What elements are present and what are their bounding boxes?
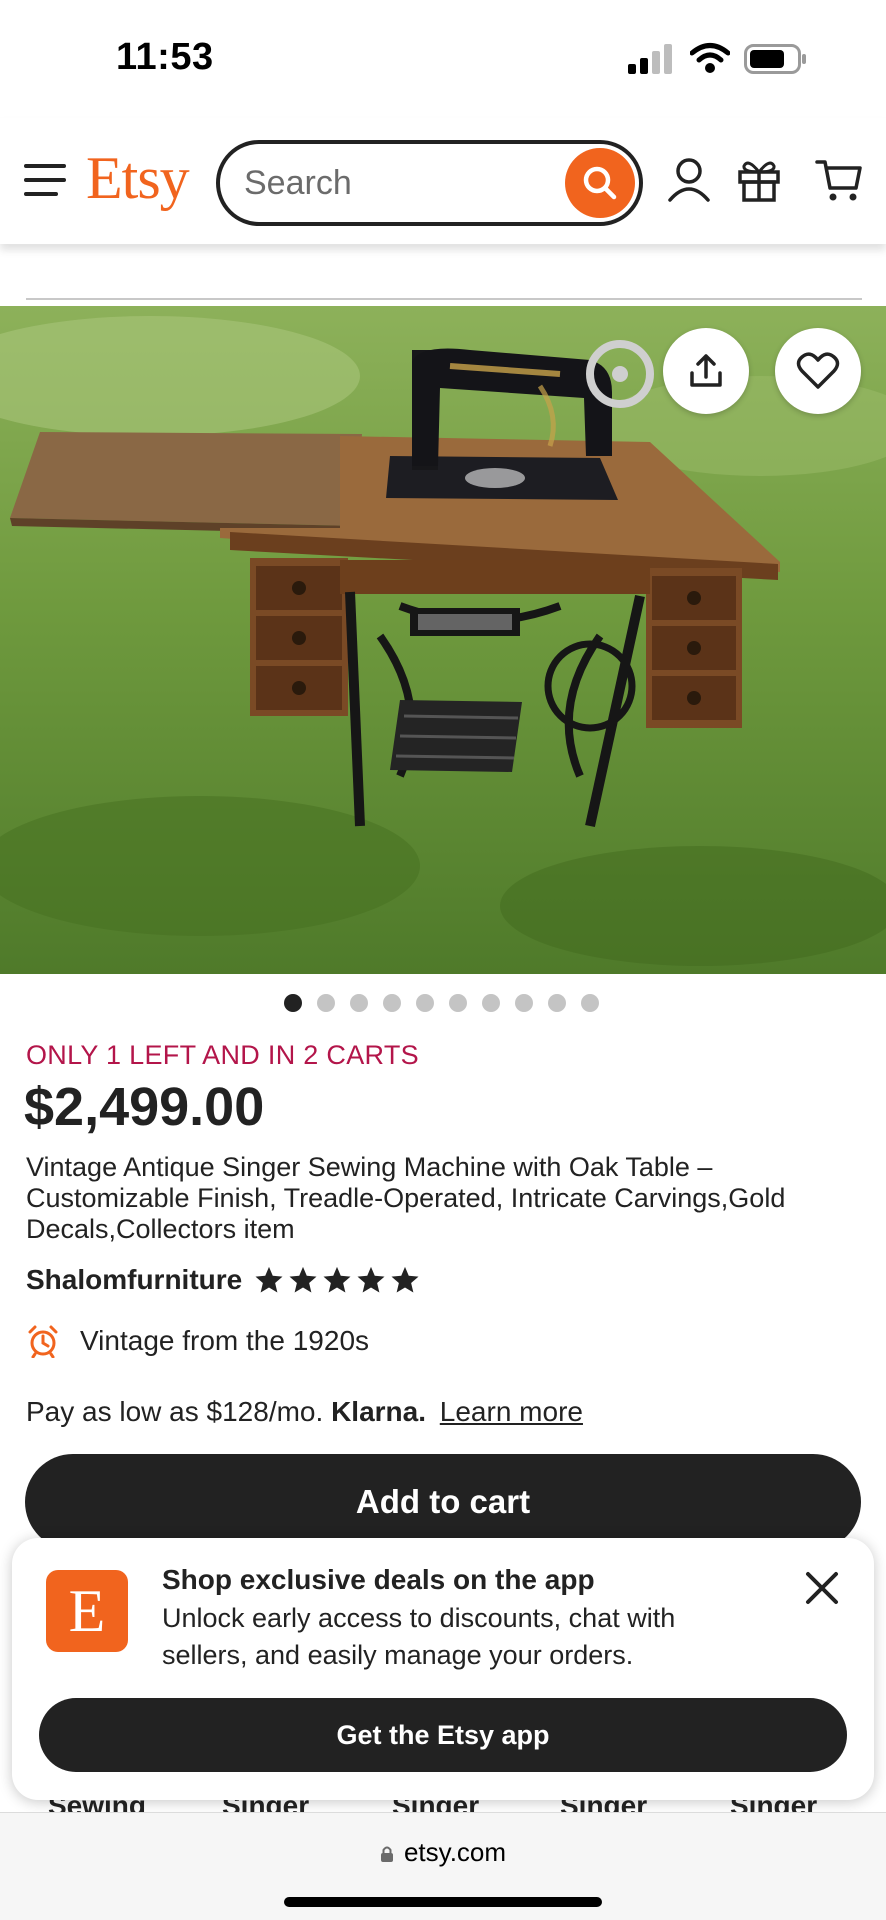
home-indicator[interactable] <box>284 1897 602 1907</box>
status-bar: 11:53 <box>0 0 886 118</box>
etsy-app-logo: E <box>46 1570 128 1652</box>
carousel-dot[interactable] <box>350 994 368 1012</box>
gift-icon[interactable] <box>734 154 784 204</box>
carousel-dot[interactable] <box>317 994 335 1012</box>
url-text: etsy.com <box>403 1837 507 1867</box>
shop-row: Shalomfurniture <box>26 1264 420 1296</box>
lock-icon <box>380 1846 393 1862</box>
app-promo-banner: E Shop exclusive deals on the app Unlock… <box>12 1538 874 1800</box>
divider <box>26 298 862 300</box>
share-icon <box>690 354 722 387</box>
cellular-signal-icon <box>628 44 672 74</box>
url-display[interactable]: etsy.com <box>0 1837 886 1868</box>
stock-notice: ONLY 1 LEFT AND IN 2 CARTS <box>26 1040 419 1070</box>
cart-icon[interactable] <box>814 154 864 204</box>
carousel-dot[interactable] <box>383 994 401 1012</box>
search-icon <box>583 166 617 200</box>
image-carousel-dots <box>284 994 599 1012</box>
learn-more-link[interactable]: Learn more <box>440 1396 583 1427</box>
status-time: 11:53 <box>116 36 214 78</box>
account-icon[interactable] <box>664 154 714 204</box>
alarm-clock-icon <box>28 1325 58 1358</box>
menu-icon[interactable] <box>24 164 66 200</box>
browser-url-bar[interactable]: etsy.com <box>0 1812 886 1920</box>
get-app-button[interactable]: Get the Etsy app <box>39 1698 847 1772</box>
klarna-text: Pay as low as $128/mo. <box>26 1396 324 1427</box>
vintage-text: Vintage from the 1920s <box>80 1325 370 1356</box>
wifi-icon <box>690 43 730 73</box>
favorite-button[interactable] <box>775 328 861 414</box>
star-icon <box>391 1266 419 1293</box>
banner-body: Unlock early access to discounts, chat w… <box>162 1603 676 1670</box>
etsy-logo[interactable]: Etsy <box>86 144 190 213</box>
banner-title: Shop exclusive deals on the app <box>162 1564 595 1595</box>
sewing-machine-photo <box>0 306 886 974</box>
star-icon <box>289 1266 317 1293</box>
search-button[interactable] <box>565 148 635 218</box>
klarna-logo: Klarna. <box>331 1396 426 1427</box>
carousel-dot[interactable] <box>581 994 599 1012</box>
carousel-dot[interactable] <box>548 994 566 1012</box>
product-image[interactable] <box>0 306 886 974</box>
site-header: Etsy <box>0 118 886 244</box>
search-input[interactable] <box>244 162 544 204</box>
star-icon <box>323 1266 351 1293</box>
carousel-dot[interactable] <box>482 994 500 1012</box>
share-button[interactable] <box>663 328 749 414</box>
shop-name-link[interactable]: Shalomfurniture <box>26 1264 242 1296</box>
star-icon <box>357 1266 385 1293</box>
star-icon <box>255 1266 283 1293</box>
listing-title: Vintage Antique Singer Sewing Machine wi… <box>26 1152 786 1244</box>
search-bar <box>216 140 643 226</box>
heart-icon <box>796 352 840 389</box>
price: $2,499.00 <box>24 1077 265 1137</box>
rating-stars[interactable] <box>254 1265 420 1295</box>
carousel-dot[interactable] <box>416 994 434 1012</box>
vintage-row: Vintage from the 1920s <box>26 1324 369 1358</box>
carousel-dot[interactable] <box>449 994 467 1012</box>
battery-icon <box>744 44 806 74</box>
carousel-dot[interactable] <box>515 994 533 1012</box>
add-to-cart-button[interactable]: Add to cart <box>25 1454 861 1550</box>
close-icon[interactable] <box>800 1566 844 1610</box>
klarna-row: Pay as low as $128/mo. Klarna. Learn mor… <box>26 1396 583 1428</box>
carousel-dot[interactable] <box>284 994 302 1012</box>
